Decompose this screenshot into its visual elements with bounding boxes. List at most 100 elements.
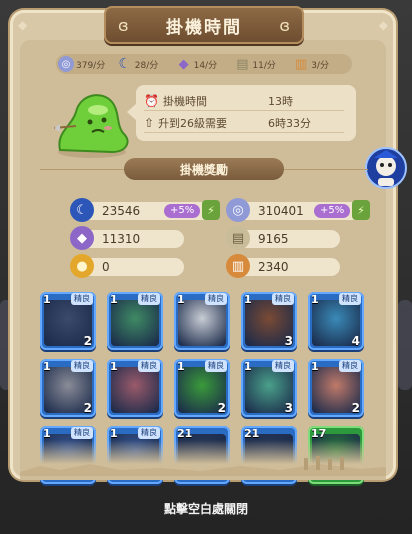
corner-ornament: ◆ bbox=[18, 18, 28, 32]
reward-value: 0 bbox=[102, 260, 110, 274]
page-title: 掛機時間 bbox=[166, 17, 242, 38]
hero-level: 1 bbox=[110, 293, 118, 306]
white-tiger-portrait bbox=[178, 300, 226, 346]
hero-level: 21 bbox=[177, 427, 193, 440]
hero-level: 1 bbox=[110, 427, 118, 440]
quality-badge: 精良 bbox=[205, 293, 227, 305]
swirl-ornament-icon: ɞ bbox=[118, 16, 129, 35]
speech-pointer bbox=[127, 103, 137, 121]
hero-level: 1 bbox=[177, 360, 185, 373]
idle-time-row: ⏰ 掛機時間 13時 bbox=[144, 91, 349, 111]
hero-card[interactable]: 1 精良 bbox=[174, 292, 230, 350]
quality-badge: 精良 bbox=[71, 427, 93, 439]
quality-badge: 精良 bbox=[71, 360, 93, 372]
quality-badge: 精良 bbox=[272, 360, 294, 372]
reward-gold-coin: ● 0 bbox=[70, 254, 184, 278]
moon-icon: ☾ bbox=[118, 56, 132, 72]
rate-item: ▤ 11/分 bbox=[234, 56, 293, 72]
hero-level: 1 bbox=[110, 360, 118, 373]
section-divider bbox=[284, 169, 368, 170]
hero-card[interactable]: 1 精良 3 bbox=[241, 292, 297, 350]
close-hint[interactable]: 點擊空白處關閉 bbox=[0, 500, 412, 517]
book-scroll-icon: ▥ bbox=[226, 254, 250, 278]
hero-star-count: 4 bbox=[351, 334, 360, 348]
hero-level: 17 bbox=[311, 427, 327, 440]
bonus-boost-icon: ⚡ bbox=[352, 200, 370, 220]
moon-icon: ☾ bbox=[70, 198, 94, 222]
faint-bottom-strip bbox=[14, 488, 398, 498]
hero-level: 1 bbox=[311, 293, 319, 306]
quality-badge: 精良 bbox=[339, 360, 361, 372]
hero-level: 1 bbox=[43, 427, 51, 440]
hero-card[interactable]: 1 精良 bbox=[107, 292, 163, 350]
book-scroll-icon: ▥ bbox=[295, 56, 308, 72]
rate-item: ▥ 3/分 bbox=[293, 56, 352, 72]
quality-badge: 精良 bbox=[138, 427, 160, 439]
rate-item: ◆ 14/分 bbox=[176, 56, 235, 72]
rate-value: 379/分 bbox=[76, 60, 106, 71]
rewards-title: 掛機獎勵 bbox=[179, 162, 228, 177]
level-up-row: ⇧ 升到26級需要 6時33分 bbox=[144, 113, 349, 133]
rate-item: ◎ 379/分 bbox=[58, 56, 117, 72]
reward-value: 11310 bbox=[102, 232, 141, 246]
rate-value: 11/分 bbox=[252, 60, 276, 71]
alarm-clock-icon: ⏰ bbox=[144, 94, 159, 108]
bonus-boost-icon: ⚡ bbox=[202, 200, 220, 220]
section-divider bbox=[40, 169, 124, 170]
hero-star-count: 2 bbox=[217, 401, 226, 415]
hero-level: 21 bbox=[244, 427, 260, 440]
hero-card[interactable]: 1 精良 2 bbox=[40, 359, 96, 417]
idle-info-box: ⏰ 掛機時間 13時 ⇧ 升到26級需要 6時33分 bbox=[127, 85, 356, 141]
crystal-icon: ◆ bbox=[178, 56, 189, 72]
hero-level: 1 bbox=[43, 293, 51, 306]
bonus-badge: +5% bbox=[314, 204, 351, 218]
reward-value: 2340 bbox=[258, 260, 289, 274]
row-divider bbox=[144, 110, 344, 111]
reward-value: 310401 bbox=[258, 204, 304, 218]
crystal-icon: ◆ bbox=[70, 226, 94, 250]
level-up-label: 升到26級需要 bbox=[158, 117, 228, 130]
reward-value: 9165 bbox=[258, 232, 289, 246]
swirl-ornament-icon: ɞ bbox=[279, 16, 290, 35]
corner-ornament: ◆ bbox=[378, 18, 388, 32]
quality-badge: 精良 bbox=[205, 360, 227, 372]
quality-badge: 精良 bbox=[71, 293, 93, 305]
quality-badge: 精良 bbox=[339, 293, 361, 305]
hero-card[interactable]: 1 精良 bbox=[107, 359, 163, 417]
slime-mascot bbox=[53, 94, 129, 158]
fish-monster-portrait bbox=[111, 300, 159, 346]
hero-star-count: 3 bbox=[284, 401, 293, 415]
level-up-arrow-icon: ⇧ bbox=[144, 116, 155, 130]
hero-level: 1 bbox=[311, 360, 319, 373]
level-up-value: 6時33分 bbox=[268, 117, 311, 130]
hero-level: 1 bbox=[43, 360, 51, 373]
hero-star-count: 2 bbox=[351, 401, 360, 415]
quality-badge: 精良 bbox=[272, 293, 294, 305]
rate-value: 14/分 bbox=[193, 60, 218, 71]
idle-time-label: 掛機時間 bbox=[162, 95, 207, 108]
quality-badge: 精良 bbox=[138, 360, 160, 372]
reward-scroll: ▤ 9165 bbox=[226, 226, 340, 250]
reward-silver-coin: ◎ 310401 +5% ⚡ bbox=[226, 198, 370, 222]
hero-star-count: 2 bbox=[83, 334, 92, 348]
rate-value: 3/分 bbox=[311, 60, 329, 71]
hero-star-count: 3 bbox=[284, 334, 293, 348]
hero-level: 1 bbox=[177, 293, 185, 306]
player-avatar[interactable] bbox=[364, 146, 408, 190]
reward-moon: ☾ 23546 +5% ⚡ bbox=[70, 198, 220, 222]
hero-card[interactable]: 1 精良 2 bbox=[308, 359, 364, 417]
gorilla-portrait bbox=[111, 367, 159, 413]
hero-card[interactable]: 1 精良 4 bbox=[308, 292, 364, 350]
hero-star-count: 2 bbox=[83, 401, 92, 415]
silver-coin-icon: ◎ bbox=[226, 198, 250, 222]
hero-card[interactable]: 1 精良 2 bbox=[40, 292, 96, 350]
title-banner: ɞ 掛機時間 ɞ bbox=[104, 6, 304, 44]
hero-card[interactable]: 1 精良 2 bbox=[174, 359, 230, 417]
hero-card[interactable]: 1 精良 3 bbox=[241, 359, 297, 417]
reward-value: 23546 bbox=[102, 204, 141, 218]
hero-level: 1 bbox=[244, 293, 252, 306]
rate-item: ☾ 28/分 bbox=[117, 56, 176, 72]
bonus-badge: +5% bbox=[164, 204, 201, 218]
resource-rate-bar: ◎ 379/分 ☾ 28/分 ◆ 14/分 ▤ 11/分 ▥ 3/分 bbox=[56, 54, 352, 74]
scroll-icon: ▤ bbox=[226, 226, 250, 250]
